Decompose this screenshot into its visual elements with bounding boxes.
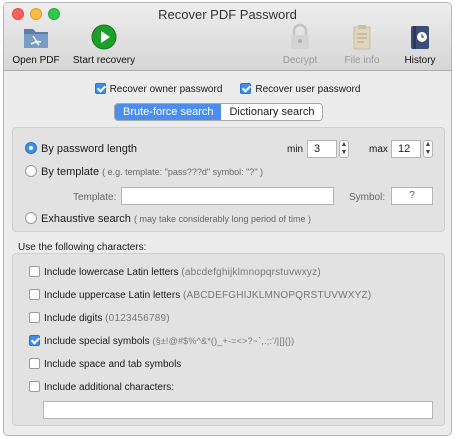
digits-option[interactable]: Include digits (0123456789) — [29, 312, 170, 324]
exhaustive-option[interactable]: Exhaustive search ( may take considerabl… — [25, 212, 311, 225]
max-length-field[interactable]: 12 — [391, 140, 421, 158]
min-label: min — [287, 144, 304, 155]
app-window: Recover PDF Password Open PDF Start reco… — [3, 2, 452, 436]
window-title: Recover PDF Password — [158, 7, 297, 22]
by-template-label: By template — [41, 166, 100, 178]
start-recovery-label: Start recovery — [72, 55, 136, 66]
stepper-up-icon: ▲ — [340, 141, 348, 148]
template-label: Template: — [73, 192, 117, 203]
recover-user-checkbox[interactable]: Recover user password — [240, 83, 360, 95]
search-mode-selector: Brute-force search Dictionary search — [114, 103, 324, 121]
file-info-icon — [353, 25, 371, 50]
special-symbols-label: Include special symbols — [44, 336, 150, 347]
brute-force-panel: By password length min 3 ▲ ▼ max 12 ▲ ▼ By… — [12, 127, 445, 232]
lowercase-checkbox[interactable] — [29, 266, 40, 277]
additional-chars-checkbox[interactable] — [29, 381, 40, 392]
toolbar: Recover PDF Password Open PDF Start reco… — [4, 3, 451, 71]
symbol-label: Symbol: — [349, 192, 386, 203]
min-length-stepper[interactable]: ▲ ▼ — [339, 140, 349, 158]
recover-user-check[interactable] — [240, 83, 252, 94]
uppercase-sample: (ABCDEFGHIJKLMNOPQRSTUVWXYZ) — [182, 290, 372, 301]
by-length-option[interactable]: By password length — [25, 142, 137, 155]
tab-brute-force[interactable]: Brute-force search — [115, 104, 222, 120]
max-label: max — [369, 144, 388, 155]
history-label: History — [404, 55, 436, 66]
lowercase-sample: (abcdefghijklmnopqrstuvwxyz) — [181, 267, 321, 278]
digits-sample: (0123456789) — [105, 313, 170, 324]
history-button[interactable]: History — [398, 23, 442, 66]
space-tab-checkbox[interactable] — [29, 358, 40, 369]
charset-section-label: Use the following characters: — [18, 242, 147, 253]
lowercase-option[interactable]: Include lowercase Latin letters (abcdefg… — [29, 266, 321, 278]
by-template-option[interactable]: By template ( e.g. template: "pass???d" … — [25, 165, 263, 178]
recover-options: Recover owner password Recover user pass… — [4, 83, 451, 95]
additional-chars-option[interactable]: Include additional characters: — [29, 381, 174, 393]
open-pdf-icon — [24, 29, 48, 48]
recover-owner-checkbox[interactable]: Recover owner password — [94, 83, 223, 95]
by-length-radio[interactable] — [25, 142, 37, 154]
special-symbols-sample: (§±!@#$%^&*()_+-=<>?~`,.;:'/|[]{}) — [152, 336, 295, 346]
additional-chars-input[interactable] — [43, 401, 433, 419]
stepper-up-icon: ▲ — [424, 141, 432, 148]
special-symbols-option[interactable]: Include special symbols (§±!@#$%^&*()_+-… — [29, 335, 294, 347]
recover-owner-check[interactable] — [94, 83, 106, 94]
max-length-stepper[interactable]: ▲ ▼ — [423, 140, 433, 158]
by-template-radio[interactable] — [25, 165, 37, 177]
decrypt-label: Decrypt — [282, 55, 318, 66]
digits-label: Include digits — [44, 313, 103, 324]
uppercase-label: Include uppercase Latin letters — [44, 290, 181, 301]
space-tab-option[interactable]: Include space and tab symbols — [29, 358, 181, 370]
template-hint: ( e.g. template: "pass???d" symbol: "?" … — [102, 167, 264, 177]
lowercase-label: Include lowercase Latin letters — [44, 267, 179, 278]
by-length-label: By password length — [41, 143, 137, 155]
play-icon — [91, 24, 117, 50]
recover-owner-label: Recover owner password — [109, 84, 223, 95]
open-pdf-button[interactable]: Open PDF — [12, 23, 60, 66]
open-pdf-label: Open PDF — [12, 55, 60, 66]
start-recovery-button[interactable]: Start recovery — [66, 23, 142, 66]
digits-checkbox[interactable] — [29, 312, 40, 323]
exhaustive-label: Exhaustive search — [41, 213, 131, 225]
lock-icon — [291, 23, 309, 49]
space-tab-label: Include space and tab symbols — [44, 359, 182, 370]
stepper-down-icon: ▼ — [424, 149, 432, 156]
history-icon — [411, 26, 429, 49]
file-info-label: File info — [344, 55, 380, 66]
additional-chars-label: Include additional characters: — [44, 382, 175, 393]
recover-user-label: Recover user password — [255, 84, 361, 95]
exhaustive-hint: ( may take considerably long period of t… — [133, 214, 312, 224]
charset-panel: Include lowercase Latin letters (abcdefg… — [12, 253, 445, 426]
tab-dictionary[interactable]: Dictionary search — [221, 104, 323, 120]
template-input[interactable] — [121, 187, 334, 205]
exhaustive-radio[interactable] — [25, 212, 37, 224]
decrypt-button[interactable]: Decrypt — [276, 23, 324, 66]
min-length-field[interactable]: 3 — [307, 140, 337, 158]
special-symbols-checkbox[interactable] — [29, 335, 40, 346]
uppercase-checkbox[interactable] — [29, 289, 40, 300]
uppercase-option[interactable]: Include uppercase Latin letters (ABCDEFG… — [29, 289, 371, 301]
file-info-button[interactable]: File info — [338, 23, 386, 66]
stepper-down-icon: ▼ — [340, 149, 348, 156]
symbol-input[interactable]: ? — [391, 187, 433, 205]
